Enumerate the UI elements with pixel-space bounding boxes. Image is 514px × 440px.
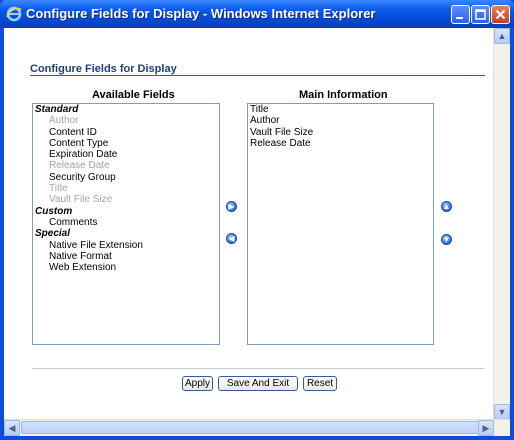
footer-divider — [32, 368, 484, 369]
chevron-up-icon: ▲ — [497, 31, 507, 41]
field-group-label: Standard — [35, 104, 79, 115]
move-down-button[interactable]: ▼ — [441, 234, 452, 245]
scroll-up-button[interactable]: ▲ — [494, 28, 510, 44]
move-up-button[interactable]: ▲ — [441, 201, 452, 212]
page-title: Configure Fields for Display — [30, 63, 177, 75]
arrow-down-icon: ▼ — [442, 235, 451, 244]
save-and-exit-button[interactable]: Save And Exit — [218, 376, 298, 391]
arrow-left-icon: ◀ — [228, 234, 235, 243]
close-button[interactable] — [491, 5, 510, 24]
page-content: Configure Fields for Display Available F… — [4, 28, 510, 436]
chevron-left-icon: ◀ — [8, 423, 16, 433]
available-field-option: Title — [49, 183, 68, 195]
available-field-option[interactable]: Comments — [33, 217, 219, 228]
scroll-left-button[interactable]: ◀ — [4, 420, 20, 436]
scroll-down-button[interactable]: ▼ — [494, 404, 510, 420]
minimize-button[interactable] — [451, 5, 470, 24]
available-field-option[interactable]: Web Extension — [33, 262, 219, 273]
maximize-icon — [475, 9, 486, 20]
field-group-label: Special — [35, 228, 71, 240]
available-field-option: Author — [49, 115, 79, 127]
main-information-option[interactable]: Release Date — [248, 138, 433, 149]
title-bar[interactable]: Configure Fields for Display - Windows I… — [0, 0, 514, 28]
main-information-title: Main Information — [299, 89, 388, 101]
main-information-option[interactable]: Title — [248, 104, 433, 115]
maximize-button[interactable] — [471, 5, 490, 24]
available-field-option[interactable]: Content ID — [33, 127, 219, 138]
available-field-option[interactable]: Native Format — [33, 251, 219, 262]
browser-window: Configure Fields for Display - Windows I… — [0, 0, 514, 440]
available-field-option: Vault File Size — [49, 194, 113, 206]
move-right-button[interactable]: ▶ — [226, 201, 237, 212]
available-field-option[interactable]: Native File Extension — [33, 240, 219, 251]
main-information-list[interactable]: Title Author Vault File Size Release Date — [247, 103, 434, 345]
available-field-option: Release Date — [49, 160, 110, 172]
close-icon — [495, 9, 506, 20]
main-information-option[interactable]: Vault File Size — [248, 127, 433, 138]
minimize-icon — [456, 17, 463, 19]
chevron-right-icon: ▶ — [482, 423, 490, 433]
available-fields-list[interactable]: Standard Author Content ID Content Type Expi… — [32, 103, 220, 345]
apply-button[interactable]: Apply — [182, 376, 213, 391]
move-left-button[interactable]: ◀ — [226, 233, 237, 244]
horizontal-scrollbar[interactable]: ◀ ▶ — [4, 419, 510, 436]
arrow-right-icon: ▶ — [228, 202, 235, 211]
internet-explorer-icon — [6, 6, 22, 22]
available-field-option[interactable]: Expiration Date — [33, 149, 219, 160]
scroll-right-button[interactable]: ▶ — [478, 420, 494, 436]
available-field-option[interactable]: Content Type — [33, 138, 219, 149]
available-fields-title: Available Fields — [92, 89, 175, 101]
heading-divider — [30, 75, 485, 76]
horizontal-scroll-thumb[interactable] — [21, 421, 489, 434]
field-group-label: Custom — [35, 205, 73, 217]
window-title: Configure Fields for Display - Windows I… — [26, 6, 376, 21]
arrow-up-icon: ▲ — [442, 202, 451, 211]
main-information-option[interactable]: Author — [248, 115, 433, 126]
chevron-down-icon: ▼ — [497, 407, 507, 417]
reset-button[interactable]: Reset — [303, 376, 337, 391]
vertical-scrollbar[interactable]: ▲ ▼ — [493, 28, 510, 420]
available-field-option[interactable]: Security Group — [33, 172, 219, 183]
